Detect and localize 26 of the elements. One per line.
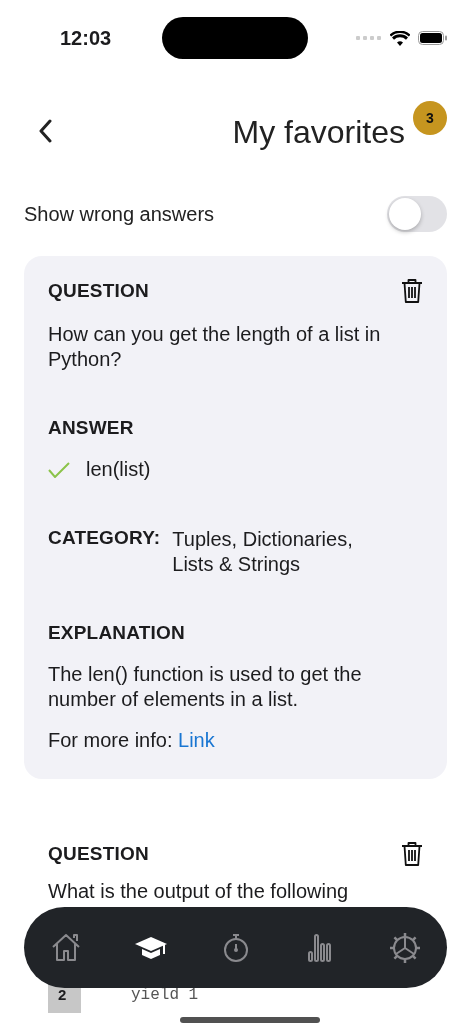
back-icon <box>38 119 52 143</box>
delete-button[interactable] <box>401 841 423 867</box>
question-text: What is the output of the following <box>48 879 350 904</box>
answer-text: len(list) <box>86 457 151 482</box>
info-link[interactable]: Link <box>178 729 215 751</box>
category-value: Tuples, Dictionaries, Lists & Strings <box>172 527 354 577</box>
battery-icon <box>418 31 447 45</box>
section-heading: EXPLANATION <box>48 622 186 644</box>
code-line: yield 1 <box>130 985 199 1004</box>
section-heading: ANSWER <box>48 417 135 439</box>
toggle-label: Show wrong answers <box>24 202 215 226</box>
category-label: CATEGORY: <box>48 527 161 549</box>
delete-button[interactable] <box>401 278 423 304</box>
count-badge: 3 <box>413 101 447 135</box>
section-heading: QUESTION <box>48 280 149 302</box>
question-text: How can you get the length of a list in Python? <box>48 322 382 372</box>
section-heading: QUESTION <box>48 843 149 865</box>
status-time: 12:03 <box>60 26 113 50</box>
page-title: My favorites <box>232 113 405 151</box>
toggle-switch[interactable] <box>387 196 447 232</box>
info-text: For more info: Link <box>48 728 216 753</box>
trash-icon <box>401 278 423 304</box>
wifi-icon <box>390 30 410 46</box>
explanation-text: The len() function is used to get the number of elements in a list. <box>48 662 363 712</box>
trash-icon <box>401 841 423 867</box>
signal-icon <box>356 35 382 41</box>
